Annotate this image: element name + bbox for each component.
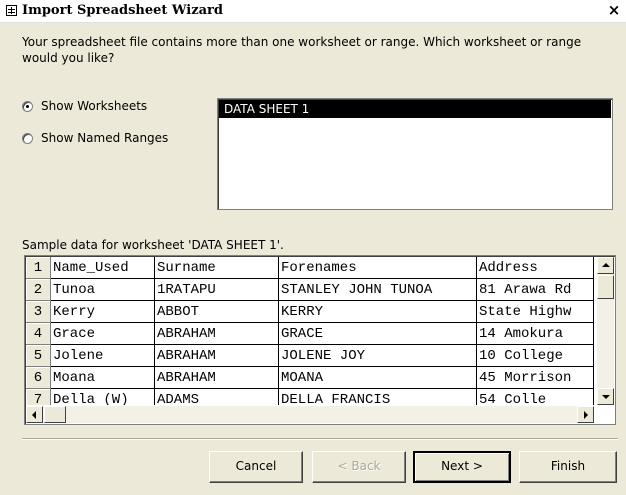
next-button[interactable]: Next > xyxy=(413,451,511,483)
arrow-right-icon xyxy=(584,411,588,419)
table-cell: KERRY xyxy=(279,301,477,323)
table-cell: Della (W) xyxy=(51,389,155,405)
radio-selected-icon[interactable] xyxy=(22,100,33,112)
close-icon: × xyxy=(607,1,621,19)
table-row: 4 Grace ABRAHAM GRACE 14 Amokura xyxy=(26,323,594,345)
vertical-scrollbar[interactable] xyxy=(597,257,614,405)
arrow-down-icon xyxy=(602,395,610,399)
divider xyxy=(22,438,618,440)
table-cell: Kerry xyxy=(51,301,155,323)
table-cell: 45 Morrison xyxy=(477,367,594,389)
prompt-text: Your spreadsheet file contains more than… xyxy=(22,35,582,65)
sample-data-label: Sample data for worksheet 'DATA SHEET 1'… xyxy=(22,238,284,252)
table-cell: 54 Colle xyxy=(477,389,594,405)
table-row: 6 Moana ABRAHAM MOANA 45 Morrison xyxy=(26,367,594,389)
close-button[interactable]: × xyxy=(606,2,622,18)
table-cell: Surname xyxy=(155,257,279,279)
arrow-left-icon xyxy=(32,411,36,419)
table-row: 7 Della (W) ADAMS DELLA FRANCIS 54 Colle xyxy=(26,389,594,405)
scroll-up-button[interactable] xyxy=(597,257,614,274)
table-cell: JOLENE JOY xyxy=(279,345,477,367)
row-number: 6 xyxy=(26,367,51,389)
spreadsheet-icon xyxy=(6,5,17,16)
worksheet-list[interactable]: DATA SHEET 1 xyxy=(217,98,613,210)
table-cell: MOANA xyxy=(279,367,477,389)
row-number: 4 xyxy=(26,323,51,345)
table-row: 2 Tunoa 1RATAPU STANLEY JOHN TUNOA 81 Ar… xyxy=(26,279,594,301)
table-cell: STANLEY JOHN TUNOA xyxy=(279,279,477,301)
sample-data-grid[interactable]: 1 Name_Used Surname Forenames Address 2 … xyxy=(24,255,616,425)
table-row: 5 Jolene ABRAHAM JOLENE JOY 10 College xyxy=(26,345,594,367)
back-button[interactable]: < Back xyxy=(312,451,406,483)
window-title: Import Spreadsheet Wizard xyxy=(22,3,223,18)
table-cell: ABRAHAM xyxy=(155,367,279,389)
row-number: 3 xyxy=(26,301,51,323)
row-number: 7 xyxy=(26,389,51,405)
table-cell: ADAMS xyxy=(155,389,279,405)
table-cell: Name_Used xyxy=(51,257,155,279)
finish-button[interactable]: Finish xyxy=(519,451,617,483)
horizontal-scrollbar[interactable] xyxy=(26,406,594,423)
table-row: 3 Kerry ABBOT KERRY State Highw xyxy=(26,301,594,323)
table-cell: ABBOT xyxy=(155,301,279,323)
table-cell: Grace xyxy=(51,323,155,345)
cancel-button[interactable]: Cancel xyxy=(209,451,303,483)
row-number: 1 xyxy=(26,257,51,279)
vertical-scroll-thumb[interactable] xyxy=(597,275,614,299)
table-cell: Jolene xyxy=(51,345,155,367)
radio-unselected-icon[interactable] xyxy=(22,132,33,144)
scroll-left-button[interactable] xyxy=(26,406,43,423)
grid-rows: 1 Name_Used Surname Forenames Address 2 … xyxy=(26,257,594,405)
show-named-ranges-label: Show Named Ranges xyxy=(41,131,169,145)
back-label: < Back xyxy=(337,459,381,473)
table-cell: Address xyxy=(477,257,594,279)
cancel-label: Cancel xyxy=(235,459,277,473)
show-worksheets-label: Show Worksheets xyxy=(41,99,148,113)
table-row: 1 Name_Used Surname Forenames Address xyxy=(26,257,594,279)
table-cell: GRACE xyxy=(279,323,477,345)
table-cell: ABRAHAM xyxy=(155,345,279,367)
scroll-down-button[interactable] xyxy=(597,388,614,405)
title-bar: Import Spreadsheet Wizard × xyxy=(0,0,626,23)
table-cell: 10 College xyxy=(477,345,594,367)
table-cell: 14 Amokura xyxy=(477,323,594,345)
horizontal-scroll-thumb[interactable] xyxy=(44,406,66,423)
table-cell: DELLA FRANCIS xyxy=(279,389,477,405)
table-cell: 1RATAPU xyxy=(155,279,279,301)
scroll-right-button[interactable] xyxy=(577,406,594,423)
finish-label: Finish xyxy=(550,459,586,473)
row-number: 5 xyxy=(26,345,51,367)
table-cell: Moana xyxy=(51,367,155,389)
table-cell: Tunoa xyxy=(51,279,155,301)
next-label: Next > xyxy=(441,459,483,473)
table-cell: State Highw xyxy=(477,301,594,323)
show-named-ranges-option[interactable]: Show Named Ranges xyxy=(22,130,168,146)
worksheet-item[interactable]: DATA SHEET 1 xyxy=(219,100,611,118)
row-number: 2 xyxy=(26,279,51,301)
show-worksheets-option[interactable]: Show Worksheets xyxy=(22,98,147,114)
table-cell: Forenames xyxy=(279,257,477,279)
table-cell: 81 Arawa Rd xyxy=(477,279,594,301)
arrow-up-icon xyxy=(602,263,610,267)
table-cell: ABRAHAM xyxy=(155,323,279,345)
